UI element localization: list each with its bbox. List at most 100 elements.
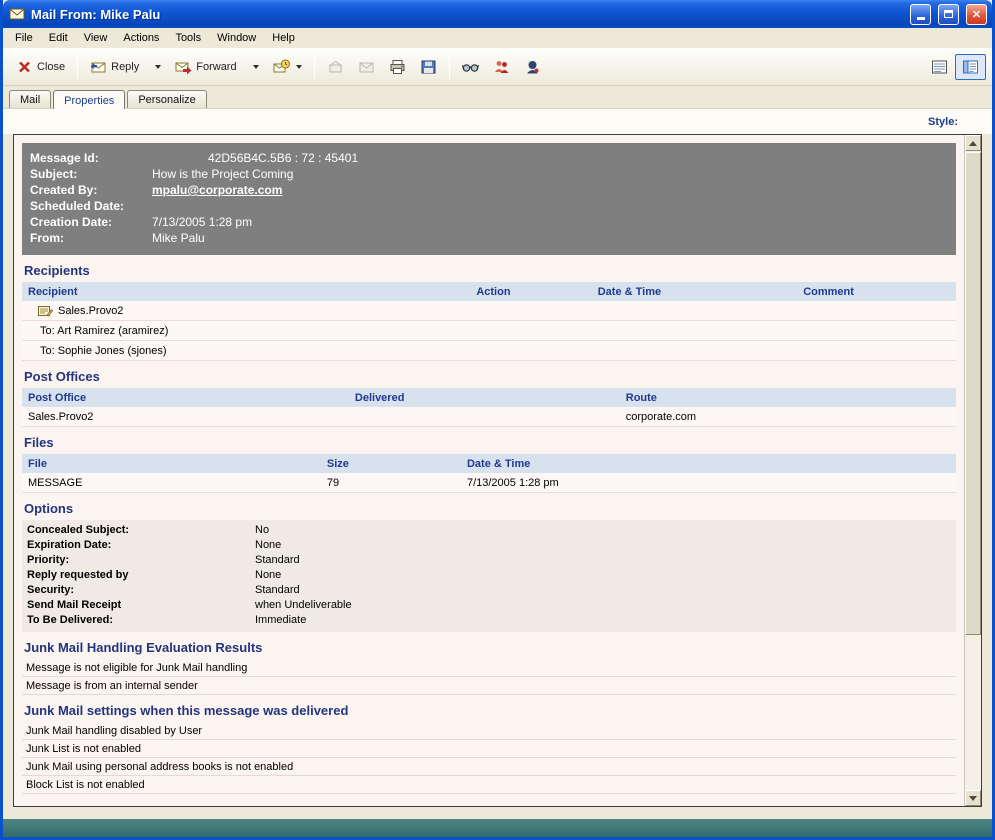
- column-route: Route: [620, 388, 956, 407]
- envelope-clock-icon: [273, 59, 290, 75]
- table-row[interactable]: MESSAGE 79 7/13/2005 1:28 pm: [22, 473, 956, 493]
- close-icon: ✕: [972, 8, 981, 21]
- menu-tools[interactable]: Tools: [167, 30, 209, 46]
- option-row: Security: Standard: [22, 583, 956, 598]
- option-row: Send Mail Receipt when Undeliverable: [22, 598, 956, 613]
- close-button[interactable]: Close: [9, 54, 72, 80]
- column-date-time: Date & Time: [592, 282, 797, 301]
- chevron-down-icon: [253, 65, 259, 69]
- recipient-comment: [797, 321, 956, 340]
- field-value: How is the Project Coming: [152, 166, 293, 182]
- field-value: 7/13/2005 1:28 pm: [152, 214, 252, 230]
- tab-properties[interactable]: Properties: [53, 90, 125, 109]
- field-label: Created By:: [30, 182, 152, 198]
- table-row[interactable]: To: Sophie Jones (sjones): [22, 341, 956, 361]
- next-item-button[interactable]: [351, 54, 382, 80]
- chevron-down-icon: [296, 65, 302, 69]
- table-row[interactable]: Sales.Provo2: [22, 301, 956, 321]
- sealed-envelope-icon: [358, 59, 375, 75]
- field-value: 42D56B4C.5B6 : 72 : 45401: [152, 150, 358, 166]
- menu-view[interactable]: View: [76, 30, 116, 46]
- menu-help[interactable]: Help: [264, 30, 303, 46]
- address-book-button[interactable]: [517, 54, 548, 80]
- scrollbar-thumb[interactable]: [965, 152, 981, 635]
- menu-bar: File Edit View Actions Tools Window Help: [3, 28, 992, 48]
- option-label: Send Mail Receipt: [22, 598, 255, 613]
- scroll-up-button[interactable]: [965, 135, 981, 151]
- window-title: Mail From: Mike Palu: [31, 7, 903, 22]
- file-name: MESSAGE: [22, 473, 321, 492]
- minimize-button[interactable]: [910, 4, 931, 25]
- field-label: Creation Date:: [30, 214, 152, 230]
- recipient-datetime: [592, 321, 797, 340]
- option-row: To Be Delivered: Immediate: [22, 613, 956, 628]
- column-recipient: Recipient: [22, 282, 470, 301]
- busy-search-button[interactable]: [486, 54, 517, 80]
- style-bar: Style:: [3, 108, 992, 134]
- previous-item-button[interactable]: [320, 54, 351, 80]
- option-label: Reply requested by: [22, 568, 255, 583]
- vertical-scrollbar[interactable]: [964, 135, 981, 806]
- basic-properties-view-button[interactable]: [924, 54, 955, 80]
- title-bar: Mail From: Mike Palu ✕: [3, 0, 992, 28]
- table-row[interactable]: To: Art Ramirez (aramirez): [22, 321, 956, 341]
- recipient-action: [470, 321, 591, 340]
- forward-dropdown-button[interactable]: [244, 60, 266, 74]
- column-post-office: Post Office: [22, 388, 349, 407]
- reply-dropdown-button[interactable]: [146, 60, 168, 74]
- tab-mail[interactable]: Mail: [9, 90, 51, 108]
- option-label: Priority:: [22, 553, 255, 568]
- option-value: when Undeliverable: [255, 598, 352, 613]
- options-block: Concealed Subject: No Expiration Date: N…: [22, 520, 956, 632]
- arrow-down-icon: [969, 796, 977, 801]
- print-button[interactable]: [382, 54, 413, 80]
- reply-button[interactable]: Reply: [83, 54, 146, 80]
- option-value: None: [255, 568, 281, 583]
- close-button-label: Close: [37, 61, 65, 73]
- column-action: Action: [470, 282, 591, 301]
- field-label: Scheduled Date:: [30, 198, 152, 214]
- close-x-icon: [16, 59, 33, 75]
- tab-personalize[interactable]: Personalize: [127, 90, 206, 108]
- option-row: Concealed Subject: No: [22, 523, 956, 538]
- option-value: No: [255, 523, 269, 538]
- forward-button[interactable]: Forward: [168, 54, 243, 80]
- files-section-title: Files: [22, 427, 956, 454]
- properties-content: Message Id: 42D56B4C.5B6 : 72 : 45401 Su…: [14, 135, 964, 806]
- field-label: Subject:: [30, 166, 152, 182]
- menu-window[interactable]: Window: [209, 30, 264, 46]
- field-from: From: Mike Palu: [30, 230, 956, 246]
- style-label: Style:: [928, 116, 958, 128]
- menu-actions[interactable]: Actions: [115, 30, 167, 46]
- tab-bar: Mail Properties Personalize: [3, 86, 992, 108]
- column-date-time: Date & Time: [461, 454, 956, 473]
- menu-edit[interactable]: Edit: [41, 30, 76, 46]
- file-size: 79: [321, 473, 461, 492]
- recipient-name: Sales.Provo2: [58, 305, 123, 317]
- created-by-link[interactable]: mpalu@corporate.com: [152, 182, 282, 198]
- junk-eval-section-title: Junk Mail Handling Evaluation Results: [22, 632, 956, 659]
- menu-file[interactable]: File: [7, 30, 41, 46]
- scroll-down-button[interactable]: [965, 790, 981, 806]
- field-label: From:: [30, 230, 152, 246]
- close-window-button[interactable]: ✕: [966, 4, 987, 25]
- people-icon: [493, 59, 510, 75]
- save-button[interactable]: [413, 54, 444, 80]
- junk-settings-row: Junk List is not enabled: [22, 740, 956, 758]
- read-later-button[interactable]: [455, 54, 486, 80]
- reply-envelope-icon: [90, 59, 107, 75]
- table-row[interactable]: Sales.Provo2 corporate.com: [22, 407, 956, 427]
- chevron-down-icon: [155, 65, 161, 69]
- option-row: Reply requested by None: [22, 568, 956, 583]
- option-row: Expiration Date: None: [22, 538, 956, 553]
- post-offices-section-title: Post Offices: [22, 361, 956, 388]
- toolbar-separator: [314, 55, 315, 79]
- restore-button[interactable]: [938, 4, 959, 25]
- option-row: Priority: Standard: [22, 553, 956, 568]
- delay-delivery-button[interactable]: [266, 54, 309, 80]
- recipient-action: [470, 301, 591, 320]
- advanced-properties-view-button[interactable]: [955, 54, 986, 80]
- field-message-id: Message Id: 42D56B4C.5B6 : 72 : 45401: [30, 150, 956, 166]
- option-label: To Be Delivered:: [22, 613, 255, 628]
- columns-view-icon: [962, 59, 979, 75]
